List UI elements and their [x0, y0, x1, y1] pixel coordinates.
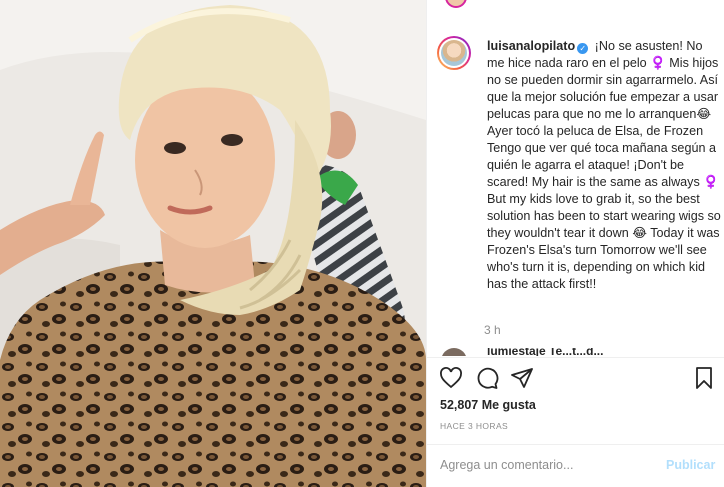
caption-time-ago[interactable]: 3 h — [484, 323, 501, 337]
heart-icon[interactable] — [439, 366, 463, 390]
avatar-ring — [439, 38, 469, 68]
caption-text: ¡No se asusten! No me hice nada raro en … — [487, 39, 721, 291]
avatar[interactable] — [437, 36, 471, 70]
divider — [426, 357, 724, 358]
divider — [426, 444, 724, 445]
publish-button[interactable]: Publicar — [666, 458, 715, 472]
avatar-image — [441, 40, 467, 66]
add-comment-input[interactable] — [440, 458, 650, 472]
next-comment-peek: lumiestaje Te...t...d... — [437, 348, 707, 356]
commenter-avatar[interactable] — [441, 348, 467, 356]
post-photo[interactable] — [0, 0, 426, 487]
commenter-text: lumiestaje Te...t...d... — [487, 348, 604, 356]
instagram-post-view: luisanalopilato ✓ ¡No se asusten! No me h… — [0, 0, 724, 487]
verified-badge-icon: ✓ — [577, 43, 589, 54]
bookmark-icon[interactable] — [692, 366, 716, 390]
share-paper-plane-icon[interactable] — [510, 366, 534, 390]
username-link[interactable]: luisanalopilato — [487, 39, 575, 53]
likes-count[interactable]: 52,807 Me gusta — [440, 398, 536, 412]
comment-bubble-icon[interactable] — [475, 366, 499, 390]
post-date[interactable]: HACE 3 HORAS — [440, 421, 508, 431]
caption-text-block: luisanalopilato ✓ ¡No se asusten! No me h… — [487, 38, 723, 293]
